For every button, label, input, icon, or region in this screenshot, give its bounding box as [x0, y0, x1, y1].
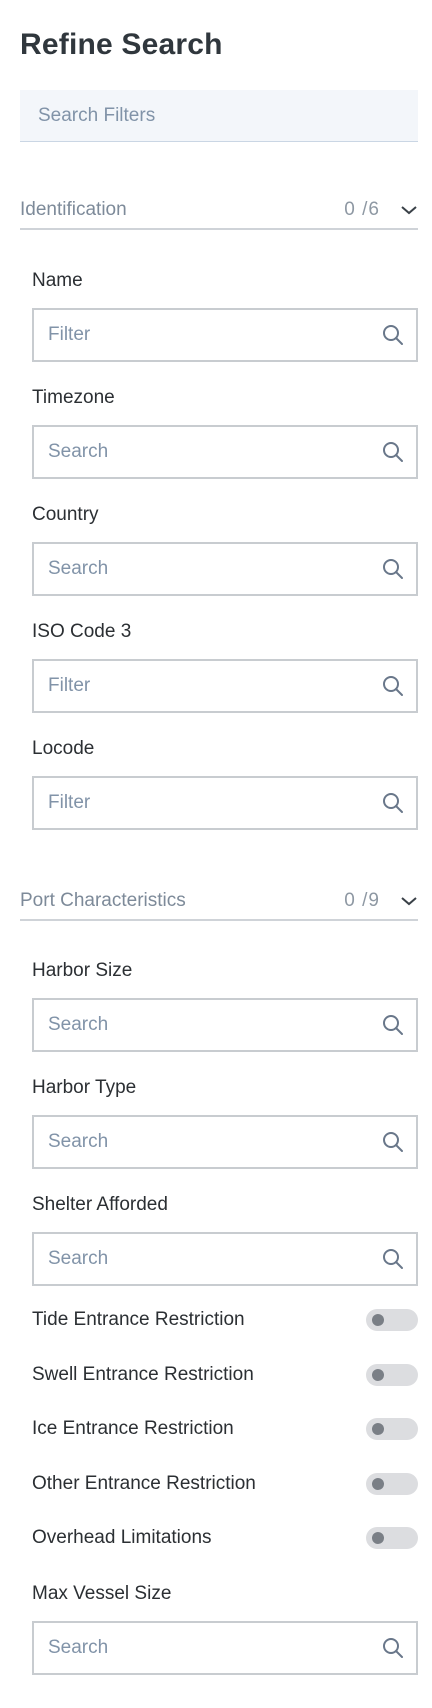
harbor-type-label: Harbor Type	[32, 1077, 137, 1098]
harbor-type-field[interactable]	[32, 1115, 418, 1169]
overhead-limitations-label: Overhead Limitations	[32, 1527, 212, 1548]
iso-code-3-label: ISO Code 3	[32, 621, 132, 642]
max-vessel-size-input[interactable]	[34, 1623, 382, 1673]
section-port-characteristics-count: 0 /9	[344, 890, 380, 911]
tide-entrance-restriction-label: Tide Entrance Restriction	[32, 1309, 245, 1330]
overhead-limitations-toggle[interactable]	[366, 1527, 418, 1549]
toggle-knob	[372, 1369, 384, 1381]
section-identification-label: Identification	[20, 199, 127, 220]
locode-label: Locode	[32, 738, 95, 759]
refine-search-panel: Refine Search Identification 0 /6 Name T…	[0, 0, 432, 1708]
search-icon	[383, 1638, 403, 1658]
ice-entrance-restriction-row: Ice Entrance Restriction	[32, 1414, 418, 1444]
search-icon	[383, 559, 403, 579]
harbor-type-input[interactable]	[34, 1117, 382, 1167]
ice-entrance-restriction-toggle[interactable]	[366, 1418, 418, 1440]
shelter-afforded-input[interactable]	[34, 1234, 382, 1284]
shelter-afforded-label: Shelter Afforded	[32, 1194, 168, 1215]
timezone-label: Timezone	[32, 387, 115, 408]
other-entrance-restriction-row: Other Entrance Restriction	[32, 1469, 418, 1499]
locode-field[interactable]	[32, 776, 418, 830]
section-port-characteristics-label: Port Characteristics	[20, 890, 186, 911]
toggle-knob	[372, 1423, 384, 1435]
search-icon	[383, 1132, 403, 1152]
section-port-characteristics-header[interactable]: Port Characteristics 0 /9	[20, 883, 418, 921]
search-icon	[383, 1015, 403, 1035]
max-vessel-size-label: Max Vessel Size	[32, 1583, 172, 1604]
country-field[interactable]	[32, 542, 418, 596]
name-label: Name	[32, 270, 83, 291]
harbor-size-label: Harbor Size	[32, 960, 133, 981]
overhead-limitations-row: Overhead Limitations	[32, 1523, 418, 1553]
name-field[interactable]	[32, 308, 418, 362]
timezone-input[interactable]	[34, 427, 382, 477]
shelter-afforded-field[interactable]	[32, 1232, 418, 1286]
section-identification-count: 0 /6	[344, 199, 380, 220]
toggle-knob	[372, 1478, 384, 1490]
timezone-field[interactable]	[32, 425, 418, 479]
tide-entrance-restriction-toggle[interactable]	[366, 1309, 418, 1331]
other-entrance-restriction-toggle[interactable]	[366, 1473, 418, 1495]
chevron-down-icon[interactable]	[400, 204, 418, 216]
panel-title: Refine Search	[20, 28, 223, 61]
iso-code-3-input[interactable]	[34, 661, 382, 711]
toggle-knob	[372, 1314, 384, 1326]
locode-input[interactable]	[34, 778, 382, 828]
other-entrance-restriction-label: Other Entrance Restriction	[32, 1473, 256, 1494]
ice-entrance-restriction-label: Ice Entrance Restriction	[32, 1418, 234, 1439]
swell-entrance-restriction-row: Swell Entrance Restriction	[32, 1360, 418, 1390]
iso-code-3-field[interactable]	[32, 659, 418, 713]
tide-entrance-restriction-row: Tide Entrance Restriction	[32, 1305, 418, 1335]
search-icon	[383, 1249, 403, 1269]
country-label: Country	[32, 504, 99, 525]
swell-entrance-restriction-label: Swell Entrance Restriction	[32, 1364, 254, 1385]
toggle-knob	[372, 1532, 384, 1544]
search-icon	[383, 793, 403, 813]
search-icon	[383, 325, 403, 345]
name-input[interactable]	[34, 310, 382, 360]
max-vessel-size-field[interactable]	[32, 1621, 418, 1675]
harbor-size-input[interactable]	[34, 1000, 382, 1050]
search-filters-input[interactable]	[20, 90, 418, 142]
chevron-down-icon[interactable]	[400, 895, 418, 907]
search-icon	[383, 676, 403, 696]
swell-entrance-restriction-toggle[interactable]	[366, 1364, 418, 1386]
section-identification-header[interactable]: Identification 0 /6	[20, 192, 418, 230]
harbor-size-field[interactable]	[32, 998, 418, 1052]
search-icon	[383, 442, 403, 462]
country-input[interactable]	[34, 544, 382, 594]
